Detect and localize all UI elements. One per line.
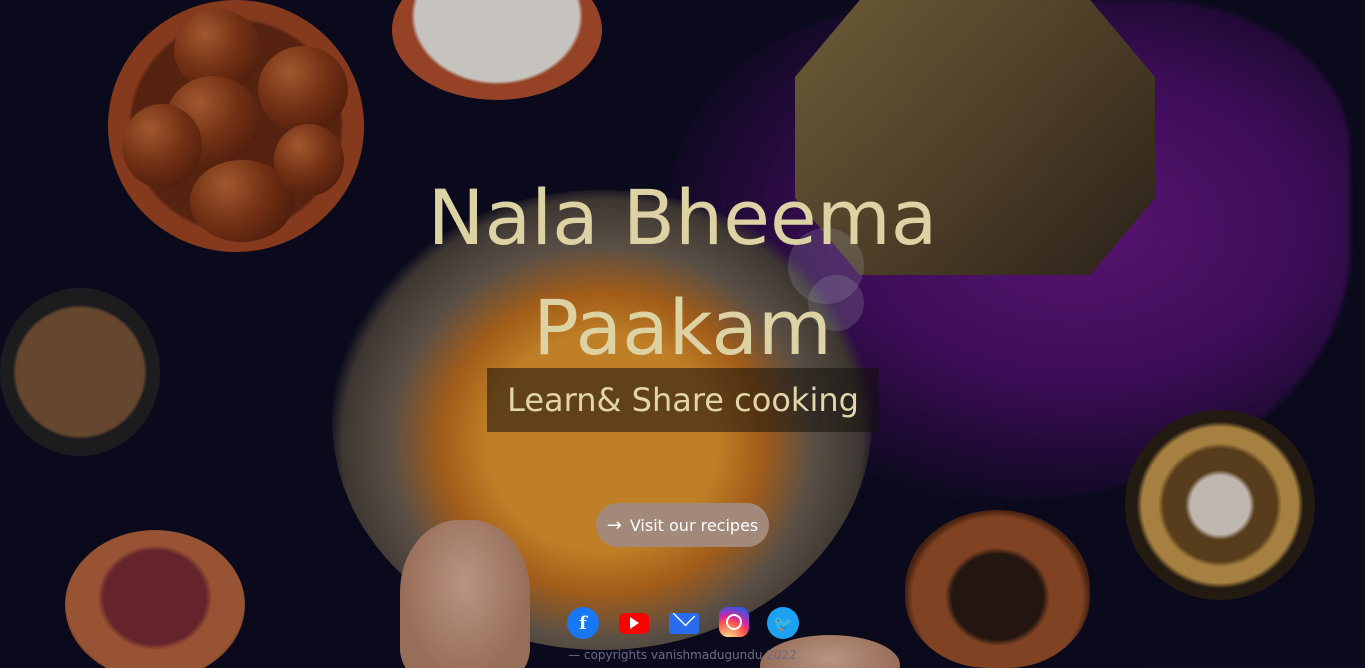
hero-section: Nala Bheema Paakam Learn& Share cooking …: [0, 0, 1365, 668]
arrow-right-icon: →: [606, 514, 622, 536]
copyright-text: — copyrights vanishmadugundu 2022: [568, 648, 797, 662]
email-icon[interactable]: [668, 607, 700, 639]
site-title: Nala Bheema Paakam: [0, 163, 1365, 383]
instagram-icon[interactable]: [718, 607, 749, 637]
visit-recipes-button[interactable]: → Visit our recipes: [596, 503, 769, 547]
social-links: f 🐦: [567, 607, 799, 639]
twitter-icon[interactable]: 🐦: [767, 607, 799, 639]
site-title-line1: Nala Bheema: [427, 173, 938, 262]
visit-recipes-label: Visit our recipes: [629, 515, 759, 535]
tagline: Learn& Share cooking: [507, 381, 859, 419]
tagline-banner: Learn& Share cooking: [487, 368, 879, 432]
site-title-line2: Paakam: [533, 283, 832, 372]
facebook-icon[interactable]: f: [567, 607, 599, 639]
youtube-icon[interactable]: [618, 607, 650, 639]
